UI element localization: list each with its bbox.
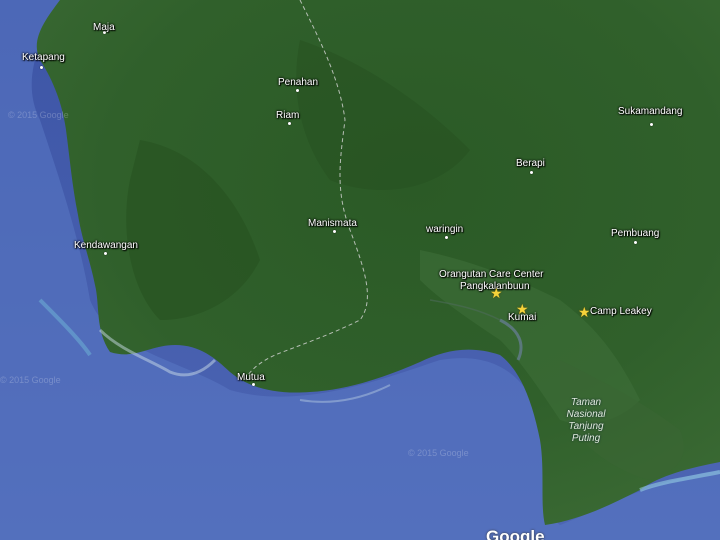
- place-dot: [288, 122, 291, 125]
- google-logo: Google: [486, 527, 545, 540]
- orangutan-care-center-star-icon[interactable]: ★: [490, 286, 503, 300]
- place-label-maja[interactable]: Maja: [93, 22, 115, 34]
- marker-label-camp-leakey[interactable]: Camp Leakey: [590, 306, 652, 318]
- place-dot: [333, 230, 336, 233]
- park-label[interactable]: Taman Nasional Tanjung Puting: [546, 397, 626, 445]
- place-label-riam[interactable]: Riam: [276, 110, 299, 122]
- place-label-pembuang[interactable]: Pembuang: [611, 228, 659, 240]
- marker-label-orangutan[interactable]: Orangutan Care Center: [439, 269, 544, 281]
- satellite-map[interactable]: Maja Ketapang Penahan Riam Sukamandang B…: [0, 0, 720, 540]
- camp-leakey-star-icon[interactable]: ★: [578, 305, 591, 319]
- place-label-waringin[interactable]: waringin: [426, 224, 463, 236]
- copyright-watermark: © 2015 Google: [408, 448, 469, 458]
- copyright-watermark: © 2015 Google: [0, 375, 61, 385]
- park-label-line: Taman: [570, 397, 602, 408]
- place-dot: [530, 171, 533, 174]
- place-label-manismata[interactable]: Manismata: [308, 218, 357, 230]
- place-label-berapi[interactable]: Berapi: [516, 158, 545, 170]
- place-dot: [40, 66, 43, 69]
- park-label-line: Puting: [571, 433, 601, 444]
- place-dot: [104, 252, 107, 255]
- place-dot: [445, 236, 448, 239]
- copyright-watermark: © 2015 Google: [8, 110, 69, 120]
- map-terrain: [0, 0, 720, 540]
- park-label-line: Nasional: [566, 409, 606, 420]
- place-label-kumai[interactable]: Kumai: [508, 312, 536, 324]
- park-label-line: Tanjung: [568, 421, 604, 432]
- place-label-kendawangan[interactable]: Kendawangan: [74, 240, 138, 252]
- place-dot: [634, 241, 637, 244]
- place-label-ketapang[interactable]: Ketapang: [22, 52, 65, 64]
- place-label-penahan[interactable]: Penahan: [278, 77, 318, 89]
- place-dot: [650, 123, 653, 126]
- place-label-sukamandang[interactable]: Sukamandang: [618, 106, 683, 118]
- place-label-mutua[interactable]: Mutua: [237, 372, 265, 384]
- place-dot: [296, 89, 299, 92]
